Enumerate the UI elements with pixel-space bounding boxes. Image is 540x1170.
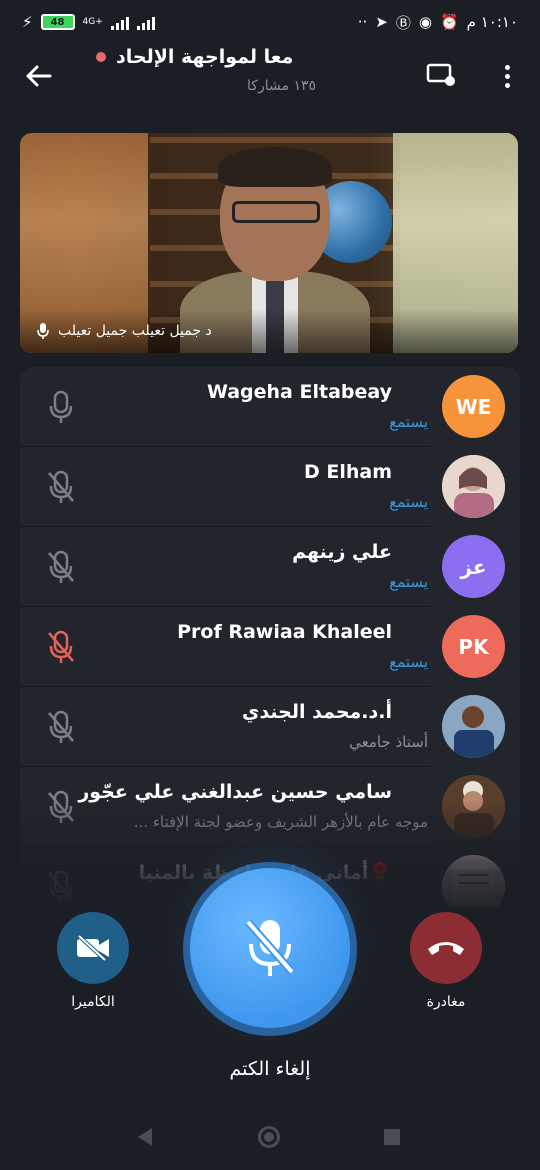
more-options-button[interactable] [492,58,522,94]
avatar-photo[interactable] [442,855,505,907]
mic-icon [37,323,49,339]
speaker-video[interactable]: د جميل تعيلب جميل تعيلب [20,133,518,353]
b-icon: Ⓑ [395,13,411,32]
more-dot [504,82,510,88]
dots-icon: ·· [357,13,368,31]
participant-row[interactable]: أ.د.محمد الجندي أستاذ جامعي [20,687,520,767]
leave-button[interactable] [410,912,482,984]
system-nav-bar [0,1110,540,1170]
avatar[interactable]: عز [442,535,505,598]
back-button[interactable] [18,58,58,94]
screen-share-icon [426,63,455,86]
avatar-initials: عز [460,554,487,579]
avatar-photo[interactable] [442,695,505,758]
mic-icon[interactable] [46,389,76,425]
video-caption: د جميل تعيلب جميل تعيلب [20,309,518,353]
avatar-image [442,455,505,518]
speaker-glasses [232,201,320,223]
mic-muted-icon[interactable] [46,549,76,585]
participant-row[interactable]: علي زينهم يستمع عز [20,527,520,607]
participant-name: أ.د.محمد الجندي [242,701,392,723]
participant-status: يستمع [389,413,428,431]
mic-muted-icon[interactable] [46,709,76,745]
avatar-initials: WE [455,394,492,419]
avatar-image [442,855,505,907]
more-dot [504,73,510,79]
header: معا لمواجهة الإلحاد ١٣٥ مشاركا [0,44,540,120]
participant-status: يستمع [389,493,428,511]
back-arrow-icon [26,65,52,87]
nav-back-icon[interactable] [138,1128,152,1146]
avatar-initials: PK [458,634,489,659]
alarm-icon: ⏰ [439,13,459,31]
charging-icon: ⚡ [22,13,33,31]
telegram-icon: ➤ [375,13,388,31]
speaker-hair [218,147,332,187]
leave-label: مغادرة [426,994,466,1010]
nav-home-icon[interactable] [258,1126,280,1148]
avatar-photo[interactable] [442,775,505,838]
avatar[interactable]: WE [442,375,505,438]
more-dot [504,64,510,70]
live-indicator-icon [96,52,106,62]
avatar[interactable]: PK [442,615,505,678]
signal-icon [110,14,129,30]
status-left: ⚡ 48 4G+ [22,13,155,31]
avatar-image [442,775,505,838]
status-right: ·· ➤ Ⓑ ◉ ⏰ ١٠:١٠ م [358,12,518,33]
avatar-photo[interactable] [442,455,505,518]
camera-button[interactable] [57,912,129,984]
camera-off-icon [77,934,109,962]
participant-name: Prof Rawiaa Khaleel [177,621,392,643]
participant-status: يستمع [389,653,428,671]
unmute-label: إلغاء الكتم [229,1058,311,1080]
participant-name: علي زينهم [292,541,392,563]
network-type: 4G+ [82,16,103,27]
title-block: معا لمواجهة الإلحاد ١٣٥ مشاركا [96,46,316,94]
participant-status: أستاذ جامعي [349,733,428,751]
participants-count: ١٣٥ مشاركا [247,78,316,94]
status-bar: ⚡ 48 4G+ ·· ➤ Ⓑ ◉ ⏰ ١٠:١٠ م [0,0,540,44]
signal-icon-2 [136,14,155,30]
participant-row[interactable]: Wageha Eltabeay يستمع WE [20,367,520,447]
mic-muted-icon[interactable] [46,469,76,505]
participant-name: Wageha Eltabeay [206,381,392,403]
video-speaker-name: د جميل تعيلب جميل تعيلب [58,323,212,339]
participant-status: موجه عام بالأزهر الشريف وعضو لجنة الإفتا… [133,813,428,831]
mic-muted-icon [244,919,296,976]
participant-row[interactable]: Prof Rawiaa Khaleel يستمع PK [20,607,520,687]
hang-up-icon [428,942,464,955]
battery-indicator: 48 [40,14,75,30]
participant-status: يستمع [389,573,428,591]
mic-muted-red-icon[interactable] [46,629,76,665]
title-text: معا لمواجهة الإلحاد [116,46,294,68]
clock: ١٠:١٠ م [466,13,518,31]
unmute-button[interactable] [190,868,350,1028]
mic-muted-icon[interactable] [46,789,76,825]
camera-label: الكاميرا [71,994,115,1010]
avatar-image [442,695,505,758]
whatsapp-icon: ◉ [418,13,432,31]
participant-name: D Elham [303,461,392,483]
participant-name: سامي حسين عبدالغني علي عجّور [78,781,392,803]
mic-muted-icon[interactable] [46,869,76,905]
screen-share-button[interactable] [426,62,456,88]
participants-list[interactable]: Wageha Eltabeay يستمع WE D Elham يستمع ع… [20,367,520,907]
nav-recents-icon[interactable] [384,1129,400,1145]
voice-chat-title: معا لمواجهة الإلحاد [96,46,316,68]
participant-row[interactable]: D Elham يستمع [20,447,520,527]
